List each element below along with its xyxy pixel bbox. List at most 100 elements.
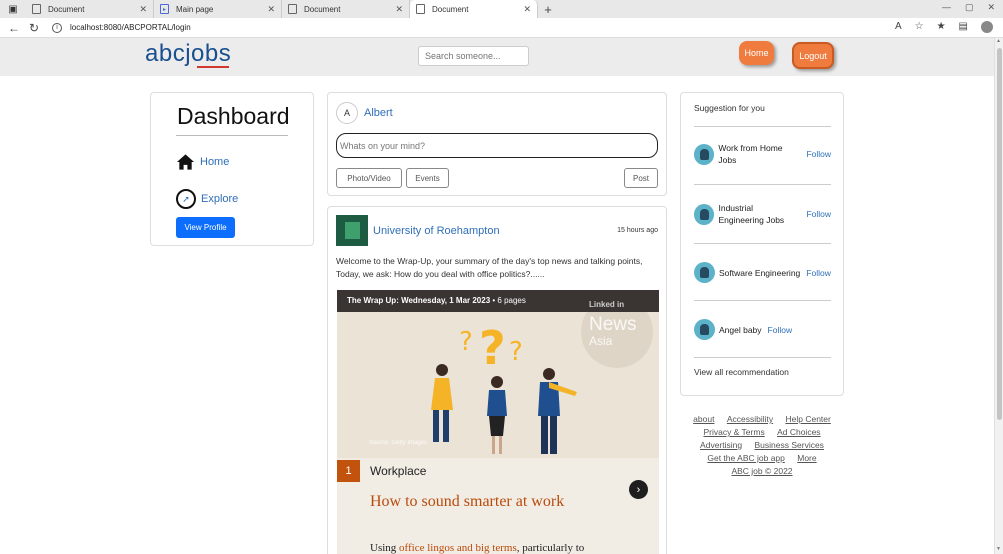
favorites-icon[interactable]: ★: [937, 21, 946, 33]
close-icon[interactable]: ✕: [523, 4, 531, 15]
tab-title: Document: [48, 4, 85, 14]
footer-link-advertising[interactable]: Advertising: [700, 440, 742, 450]
profile-avatar[interactable]: [981, 21, 993, 33]
logo[interactable]: abcjobs: [145, 40, 231, 68]
scrollbar[interactable]: ▲ ▼: [994, 38, 1003, 554]
close-window-icon[interactable]: ✕: [987, 2, 995, 13]
tab-title: Main page: [176, 4, 214, 14]
footer-link-about[interactable]: about: [693, 414, 714, 424]
read-aloud-icon[interactable]: A: [895, 21, 902, 33]
suggestion-name[interactable]: Angel baby: [719, 324, 762, 336]
suggestion-avatar[interactable]: [694, 203, 715, 225]
view-all-recommendations-link[interactable]: View all recommendation: [694, 367, 789, 377]
new-tab-button[interactable]: +: [538, 0, 558, 18]
post-button[interactable]: Post: [624, 168, 658, 188]
user-name[interactable]: Albert: [364, 107, 393, 119]
image-source: Source: Getty Images: [369, 440, 428, 446]
dashboard-title: Dashboard: [177, 103, 290, 129]
favorite-add-icon[interactable]: ☆: [915, 21, 924, 33]
suggestion-avatar[interactable]: [694, 143, 715, 165]
browser-tab-active[interactable]: Document ✕: [410, 0, 538, 18]
avatar[interactable]: A: [336, 102, 358, 124]
sidebar-item-label: Explore: [201, 193, 239, 205]
follow-link[interactable]: Follow: [806, 149, 831, 159]
suggestion-avatar[interactable]: [694, 262, 715, 283]
photo-video-button[interactable]: Photo/Video: [336, 168, 402, 188]
divider: [694, 184, 831, 185]
media-header-pages: • 6 pages: [490, 296, 526, 305]
house-icon: [176, 154, 195, 170]
footer-link-privacy-terms[interactable]: Privacy & Terms: [703, 427, 764, 437]
suggestion-name[interactable]: Software Engineering: [719, 267, 800, 279]
home-button[interactable]: Home: [739, 41, 774, 65]
footer-link-more[interactable]: More: [797, 453, 816, 463]
scroll-up-icon[interactable]: ▲: [996, 38, 1001, 44]
footer-link-help-center[interactable]: Help Center: [785, 414, 830, 424]
refresh-icon[interactable]: ↻: [24, 21, 44, 35]
logo-mark: [344, 222, 360, 239]
footer-row: Privacy & Terms Ad Choices: [680, 426, 844, 439]
post-input[interactable]: [336, 133, 658, 158]
back-icon[interactable]: ←: [4, 21, 24, 35]
follow-link[interactable]: Follow: [806, 209, 831, 219]
item-number-badge: 1: [337, 460, 360, 482]
dashboard-card: Dashboard Home ➚ Explore View Profile: [150, 92, 314, 246]
site-header: abcjobs Home Logout: [0, 38, 994, 76]
view-profile-button[interactable]: View Profile: [176, 217, 235, 238]
follow-link[interactable]: Follow: [806, 268, 831, 278]
article-headline: How to sound smarter at work: [370, 493, 565, 510]
follow-link[interactable]: Follow: [768, 325, 793, 335]
suggestions-card: Suggestion for you Work from Home Jobs F…: [680, 92, 844, 396]
tab-actions-icon[interactable]: ▣: [0, 0, 26, 18]
browser-tab[interactable]: Document ✕: [26, 0, 154, 18]
scroll-down-icon[interactable]: ▼: [996, 546, 1001, 552]
footer-link-accessibility[interactable]: Accessibility: [727, 414, 773, 424]
close-icon[interactable]: ✕: [139, 4, 147, 15]
tab-title: Document: [304, 4, 341, 14]
close-icon[interactable]: ✕: [395, 4, 403, 15]
article-snippet-suffix: , particularly to: [516, 542, 585, 554]
search-input[interactable]: [418, 46, 529, 66]
university-logo[interactable]: [336, 215, 368, 246]
document-icon: [32, 4, 41, 14]
suggestion-item: Work from Home Jobs Follow: [694, 142, 831, 166]
person-icon: [699, 208, 709, 220]
post-text: Welcome to the Wrap-Up, your summary of …: [336, 256, 643, 279]
close-icon[interactable]: ✕: [267, 4, 275, 15]
minimize-icon[interactable]: —: [942, 2, 951, 13]
collections-icon[interactable]: ▤: [959, 21, 968, 33]
logout-button[interactable]: Logout: [792, 42, 834, 69]
suggestion-name[interactable]: Work from Home Jobs: [718, 142, 788, 166]
tab-title: Document: [432, 4, 469, 14]
suggestion-avatar[interactable]: [694, 319, 715, 340]
browser-tab[interactable]: ▸ Main page ✕: [154, 0, 282, 18]
article-snippet-highlight: office lingos and big terms: [399, 542, 517, 554]
footer-link-ad-choices[interactable]: Ad Choices: [777, 427, 820, 437]
divider: [694, 357, 831, 358]
post-author[interactable]: University of Roehampton: [373, 225, 500, 237]
footer-row: Get the ABC job app More: [680, 452, 844, 465]
footer-link-business-services[interactable]: Business Services: [754, 440, 823, 450]
divider: [694, 243, 831, 244]
footer: about Accessibility Help Center Privacy …: [680, 413, 844, 478]
browser-tab[interactable]: Document ✕: [282, 0, 410, 18]
url-field[interactable]: localhost:8080/ABCPORTAL/login: [70, 23, 191, 32]
address-bar: ← ↻ i localhost:8080/ABCPORTAL/login A ☆…: [0, 18, 1003, 38]
suggestion-name[interactable]: Industrial Engineering Jobs: [718, 202, 800, 226]
events-button[interactable]: Events: [406, 168, 449, 188]
footer-link-get-app[interactable]: Get the ABC job app: [707, 453, 785, 463]
person-icon: [700, 324, 709, 335]
chevron-right-icon[interactable]: ›: [629, 480, 648, 499]
info-icon[interactable]: i: [52, 22, 62, 33]
svg-text:?: ?: [479, 321, 506, 375]
feed-post: University of Roehampton 15 hours ago We…: [327, 206, 667, 554]
svg-text:?: ?: [459, 327, 473, 357]
article-category: Workplace: [370, 464, 427, 478]
sidebar-item-explore[interactable]: ➚ Explore: [176, 189, 238, 209]
sidebar-item-home[interactable]: Home: [176, 153, 229, 171]
document-icon: [416, 4, 425, 14]
person-icon: [699, 148, 709, 160]
maximize-icon[interactable]: ▢: [965, 2, 974, 13]
post-media[interactable]: The Wrap Up: Wednesday, 1 Mar 2023 • 6 p…: [337, 290, 659, 554]
scroll-thumb[interactable]: [997, 48, 1002, 420]
